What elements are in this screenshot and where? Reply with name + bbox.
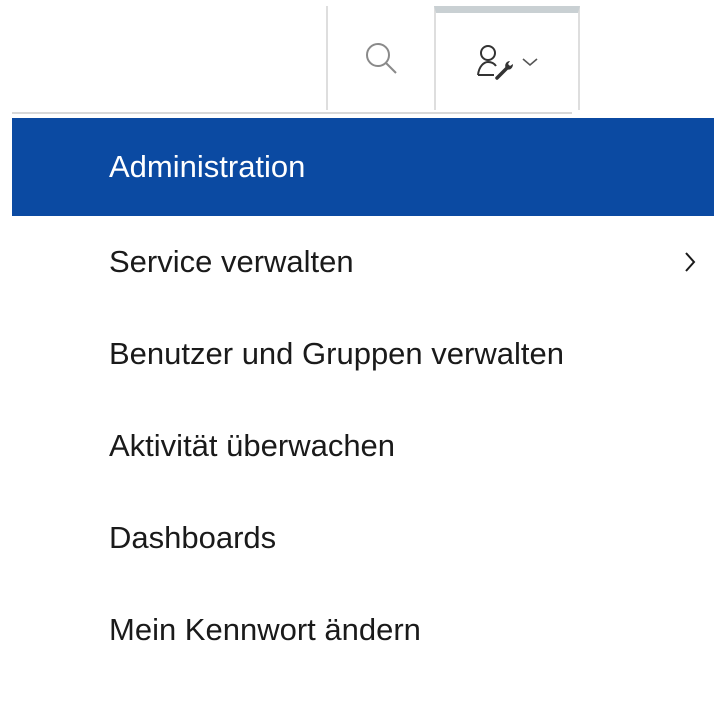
menu-item-benutzer-gruppen[interactable]: Benutzer und Gruppen verwalten [12,308,714,400]
admin-dropdown-menu: Administration Service verwalten Benutze… [12,118,714,705]
menu-item-label: Aktivität überwachen [109,428,396,463]
search-button[interactable] [326,6,434,110]
menu-item-dashboards[interactable]: Dashboards [12,492,714,584]
menu-item-label: Service verwalten [109,244,354,279]
menu-item-aktivitaet[interactable]: Aktivität überwachen [12,400,714,492]
user-admin-menu-button[interactable] [434,6,580,110]
menu-item-label: Benutzer und Gruppen verwalten [109,336,564,371]
top-toolbar [12,0,580,114]
user-wrench-icon [477,44,513,80]
menu-item-kennwort[interactable]: Mein Kennwort ändern [12,584,714,676]
menu-item-label: Dashboards [109,520,277,555]
search-icon [366,43,397,74]
chevron-down-icon [522,57,538,66]
menu-item-service-verwalten[interactable]: Service verwalten [12,216,714,308]
menu-header: Administration [12,118,714,216]
chevron-right-icon [685,252,696,272]
menu-item-label: Mein Kennwort ändern [109,612,421,647]
